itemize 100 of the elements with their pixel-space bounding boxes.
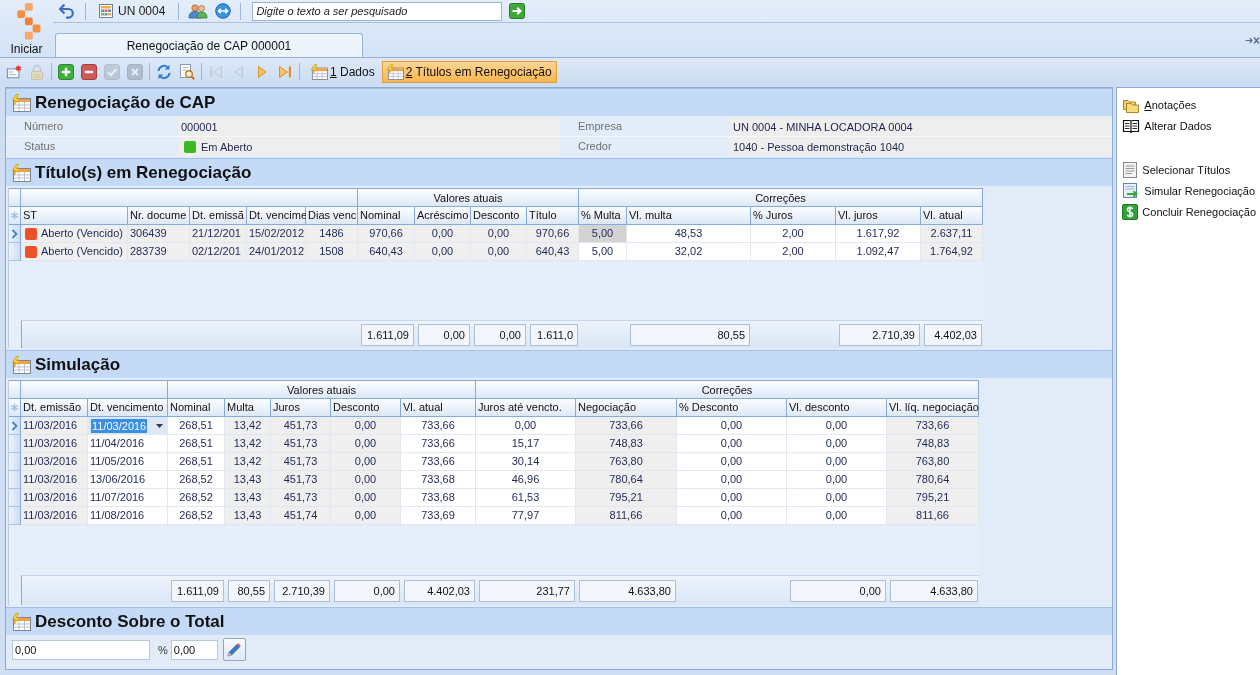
column-header[interactable]: % Multa (579, 207, 627, 225)
column-band-header: Valores atuais (358, 188, 579, 207)
column-header[interactable]: Nominal (168, 399, 225, 417)
column-header[interactable]: Vl. atual (921, 207, 983, 225)
table-cell: 02/12/201 (190, 243, 247, 261)
document-tab[interactable]: Renegociação de CAP 000001 (55, 33, 363, 57)
table-cell: 748,83 (887, 435, 979, 453)
table-cell: 0,00 (415, 243, 471, 261)
table-cell: 733,66 (887, 417, 979, 435)
column-header[interactable]: Vl. juros (836, 207, 921, 225)
edit-button[interactable] (222, 638, 246, 661)
table-cell: 0,00 (331, 489, 401, 507)
column-total: 4.633,80 (579, 579, 676, 602)
view-tab[interactable]: 2 Títulos em Renegociação (381, 60, 557, 83)
row-header[interactable] (9, 417, 21, 435)
table-cell: 61,53 (476, 489, 576, 507)
column-total: 1.611,0 (530, 323, 578, 346)
cell-text: Aberto (Vencido) (41, 226, 123, 241)
table-cell: 21/12/201 (190, 225, 247, 243)
column-total: 0,00 (474, 323, 526, 346)
table-cell: 268,51 (168, 417, 225, 435)
undo-icon[interactable] (58, 3, 76, 19)
table-icon (11, 355, 31, 374)
row-header[interactable] (9, 453, 21, 471)
row-header[interactable] (9, 225, 21, 243)
plus-icon[interactable] (58, 63, 74, 80)
table-cell: 970,66 (527, 225, 579, 243)
company-button[interactable]: UN 0004 (95, 1, 170, 21)
table-cell: 0,00 (787, 453, 887, 471)
users-icon[interactable] (188, 3, 209, 19)
column-total: 2.710,39 (839, 323, 920, 346)
table-cell: 0,00 (331, 435, 401, 453)
column-header[interactable]: Negociação (576, 399, 677, 417)
action-link[interactable]: Alterar Dados (1117, 115, 1212, 136)
row-header[interactable] (9, 243, 21, 261)
column-total: 0,00 (334, 579, 400, 602)
row-header[interactable] (9, 471, 21, 489)
column-header[interactable]: Dt. emissã (190, 207, 247, 225)
column-header[interactable]: Nr. docume (128, 207, 190, 225)
action-link[interactable]: Selecionar Títulos (1117, 159, 1231, 180)
column-header[interactable]: Dt. vencimento (88, 399, 168, 417)
table-cell: 13/06/2016 (88, 471, 168, 489)
column-header[interactable]: Vl. multa (627, 207, 751, 225)
column-header[interactable]: Juros até vencto. (476, 399, 576, 417)
column-header[interactable]: Vl. atual (401, 399, 476, 417)
table-cell: 748,83 (576, 435, 677, 453)
table-cell: 795,21 (887, 489, 979, 507)
new-record-icon[interactable] (6, 63, 22, 80)
table-cell: 15/02/2012 (247, 225, 306, 243)
table-cell: 0,00 (677, 471, 787, 489)
arrow-x-icon[interactable] (1245, 35, 1260, 45)
table-cell: 0,00 (677, 417, 787, 435)
action-link[interactable]: Simular Renegociação (1117, 180, 1255, 201)
action-link[interactable]: Concluir Renegociação (1117, 201, 1257, 222)
amount-field[interactable]: 0,00 (12, 639, 150, 660)
column-header[interactable]: Dt. emissão (21, 399, 88, 417)
go-arrow-icon[interactable] (509, 3, 526, 19)
search-field[interactable]: Digite o texto a ser pesquisado (252, 1, 503, 21)
minus-icon[interactable] (81, 63, 97, 80)
row-header[interactable] (9, 489, 21, 507)
field-value: 1040 - Pessoa demonstração 1040 (730, 137, 1113, 156)
table-cell: 268,52 (168, 489, 225, 507)
column-header[interactable]: Vl. desconto (787, 399, 887, 417)
column-header[interactable]: Multa (225, 399, 271, 417)
table-cell: 733,69 (401, 507, 476, 525)
column-total: 4.402,03 (404, 579, 475, 602)
column-header[interactable]: Acréscimo (415, 207, 471, 225)
refresh-icon[interactable] (156, 63, 172, 80)
table-cell: 763,80 (576, 453, 677, 471)
table-cell: 24/01/2012 (247, 243, 306, 261)
table-cell: 2,00 (751, 243, 836, 261)
column-header[interactable]: Vl. líq. negociação (887, 399, 979, 417)
table-cell: 970,66 (358, 225, 415, 243)
search-document-icon[interactable] (179, 63, 195, 80)
column-header[interactable]: ST (21, 207, 128, 225)
column-header[interactable]: Dt. vencime (247, 207, 306, 225)
column-header[interactable]: Juros (271, 399, 331, 417)
table-cell: 780,64 (887, 471, 979, 489)
table-icon (310, 63, 328, 80)
column-header[interactable]: Nominal (358, 207, 415, 225)
column-band-header: Valores atuais (168, 380, 476, 399)
table-cell: 640,43 (527, 243, 579, 261)
column-header[interactable]: % Desconto (677, 399, 787, 417)
table-cell: 13,43 (225, 507, 271, 525)
column-total: 0,00 (418, 323, 470, 346)
action-link[interactable]: Anotações (1117, 94, 1197, 115)
column-header[interactable]: % Juros (751, 207, 836, 225)
circle-arrows-icon[interactable] (215, 3, 232, 19)
skip-last-icon[interactable] (277, 63, 293, 80)
table-cell: 451,73 (271, 489, 331, 507)
percent-field[interactable]: 0,00 (170, 639, 218, 660)
column-header[interactable]: Desconto (331, 399, 401, 417)
column-header[interactable]: Título (527, 207, 579, 225)
row-header[interactable] (9, 435, 21, 453)
start-button[interactable]: Iniciar (0, 0, 53, 57)
row-header[interactable] (9, 507, 21, 525)
column-header[interactable]: Desconto (471, 207, 527, 225)
column-header[interactable]: Dias venc (306, 207, 358, 225)
pencil-icon (226, 641, 243, 658)
view-tab[interactable]: 1 Dados (306, 60, 380, 83)
